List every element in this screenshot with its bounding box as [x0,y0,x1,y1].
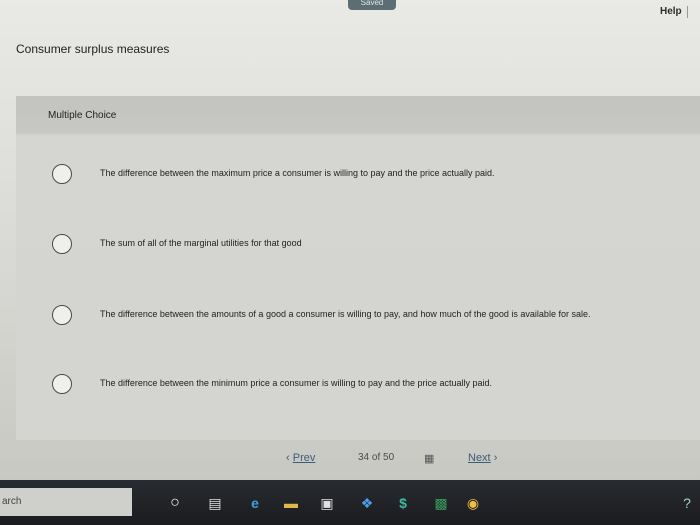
dropbox-icon[interactable]: ❖ [358,494,376,512]
answer-option-3[interactable]: The difference between the amounts of a … [52,303,590,327]
header-divider [687,6,688,18]
taskbar: arch ○ ▤ e ▬ ▣ ❖ $ ▩ ◉ ? [0,480,700,525]
task-view-icon[interactable]: ▤ [206,494,224,512]
answer-option-text: The sum of all of the marginal utilities… [100,238,302,248]
answer-option-text: The difference between the amounts of a … [100,309,591,319]
total-questions-number: 50 [383,452,395,463]
saved-badge: Saved [348,0,396,10]
question-counter: 34 of 50 [358,452,394,463]
current-question-number: 34 [358,452,370,463]
finance-app-icon[interactable]: $ [394,494,412,512]
prev-button[interactable]: ‹ Prev [286,452,315,464]
edge-browser-icon[interactable]: e [246,494,264,512]
help-circle-icon[interactable]: ? [678,494,696,512]
cortana-icon[interactable]: ○ [166,494,184,512]
radio-button[interactable] [52,305,72,325]
radio-button[interactable] [52,374,72,394]
question-type-label: Multiple Choice [48,110,117,121]
counter-of-label: of [371,452,381,463]
page-title: Consumer surplus measures [16,42,170,56]
help-link[interactable]: Help [660,6,682,17]
browser-viewport: Saved Help Consumer surplus measures Mul… [0,0,700,480]
next-label: Next [468,452,491,464]
taskbar-search-box[interactable]: arch [0,488,132,516]
answer-option-2[interactable]: The sum of all of the marginal utilities… [52,232,302,256]
answer-option-text: The difference between the maximum price… [100,168,495,178]
sheets-app-icon[interactable]: ▩ [432,494,450,512]
radio-button[interactable] [52,234,72,254]
chevron-left-icon: ‹ [286,452,290,464]
question-grid-icon[interactable]: ▦ [424,452,434,465]
radio-button[interactable] [52,164,72,184]
file-explorer-icon[interactable]: ▬ [282,494,300,512]
prev-label: Prev [292,452,316,464]
store-icon[interactable]: ▣ [318,494,336,512]
next-button[interactable]: Next › [468,452,497,464]
chevron-right-icon: › [493,452,498,464]
answer-option-4[interactable]: The difference between the minimum price… [52,372,492,396]
question-panel: Multiple Choice The difference between t… [16,96,700,440]
answer-option-1[interactable]: The difference between the maximum price… [52,162,495,186]
chrome-browser-icon[interactable]: ◉ [464,494,482,512]
answer-option-text: The difference between the minimum price… [100,378,493,388]
